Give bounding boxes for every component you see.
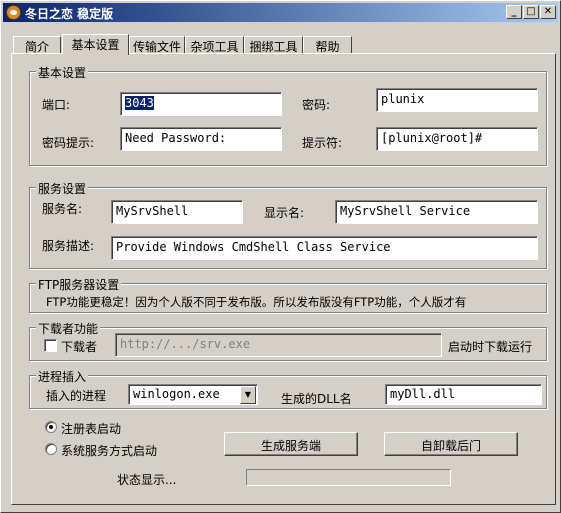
status-progress-bar — [246, 469, 451, 486]
service-settings-title: 服务设置 — [36, 180, 89, 197]
chevron-down-icon[interactable]: ▼ — [240, 386, 256, 404]
dll-name-input[interactable]: myDll.dll — [385, 384, 542, 405]
service-description-label: 服务描述: — [42, 239, 95, 253]
downloader-checkbox-label: 下载者 — [61, 340, 98, 354]
settings-panel: 基本设置 端口: 3043 密码: plunix 密码提示: Need Pass… — [11, 53, 556, 505]
password-hint-label: 密码提示: — [42, 136, 95, 150]
display-name-label: 显示名: — [264, 206, 305, 220]
inject-process-label: 插入的进程 — [46, 389, 107, 403]
display-name-input[interactable]: MySrvShell Service — [335, 200, 538, 224]
downloader-group: 下载者功能 下载者 http://.../srv.exe 启动时下载运行 — [29, 320, 547, 361]
downloader-checkbox[interactable] — [44, 339, 57, 352]
tab-bundle-tools[interactable]: 捆绑工具 — [244, 36, 303, 54]
password-hint-input[interactable]: Need Password: — [120, 127, 282, 151]
service-description-input[interactable]: Provide Windows CmdShell Class Service — [111, 236, 538, 260]
downloader-title: 下载者功能 — [36, 320, 101, 337]
registry-startup-radio[interactable] — [45, 421, 57, 433]
prompt-input[interactable]: [plunix@root]# — [376, 127, 538, 151]
tab-intro[interactable]: 简介 — [13, 36, 61, 54]
minimize-button[interactable]: _ — [506, 5, 522, 19]
tab-strip: 简介 基本设置 传输文件 杂项工具 捆绑工具 帮助 — [1, 34, 561, 55]
port-label: 端口: — [42, 98, 71, 112]
password-input[interactable]: plunix — [376, 88, 538, 112]
port-input[interactable]: 3043 — [120, 92, 282, 116]
download-url-input[interactable]: http://.../srv.exe — [115, 333, 442, 357]
window-title: 冬日之恋 稳定版 — [25, 7, 114, 21]
close-button[interactable]: ✕ — [540, 5, 556, 19]
basic-settings-title: 基本设置 — [36, 64, 89, 81]
ftp-settings-group: FTP服务器设置 FTP功能更稳定！因为个人版不同于发布版。所以发布版没有FTP… — [29, 276, 547, 313]
tab-basic-settings[interactable]: 基本设置 — [62, 34, 129, 55]
title-bar[interactable]: 冬日之恋 稳定版 _ □ ✕ — [3, 3, 558, 22]
process-inject-group: 进程插入 插入的进程 winlogon.exe ▼ 生成的DLL名 myDll.… — [29, 368, 547, 409]
prompt-label: 提示符: — [302, 136, 343, 150]
password-label: 密码: — [302, 98, 331, 112]
maximize-button[interactable]: □ — [523, 5, 539, 19]
self-uninstall-button[interactable]: 自卸载后门 — [384, 432, 518, 456]
tab-misc-tools[interactable]: 杂项工具 — [185, 36, 244, 54]
basic-settings-group: 基本设置 端口: 3043 密码: plunix 密码提示: Need Pass… — [29, 64, 547, 166]
tab-help[interactable]: 帮助 — [303, 36, 352, 54]
status-label: 状态显示... — [117, 473, 177, 487]
inject-process-select[interactable]: winlogon.exe ▼ — [128, 384, 258, 405]
service-name-label: 服务名: — [42, 202, 83, 216]
download-run-label: 启动时下载运行 — [448, 340, 533, 354]
ftp-settings-title: FTP服务器设置 — [36, 276, 122, 293]
service-settings-group: 服务设置 服务名: MySrvShell 显示名: MySrvShell Ser… — [29, 180, 547, 269]
process-inject-title: 进程插入 — [36, 368, 89, 385]
service-startup-label: 系统服务方式启动 — [61, 444, 158, 458]
tab-transfer-files[interactable]: 传输文件 — [129, 36, 185, 54]
main-window: 冬日之恋 稳定版 _ □ ✕ 简介 基本设置 传输文件 杂项工具 捆绑工具 帮助… — [0, 0, 561, 513]
inject-process-value: winlogon.exe — [133, 387, 220, 401]
dll-name-label: 生成的DLL名 — [281, 392, 352, 406]
service-name-input[interactable]: MySrvShell — [111, 200, 243, 224]
registry-startup-label: 注册表启动 — [61, 422, 122, 436]
service-startup-radio[interactable] — [45, 443, 57, 455]
generate-server-button[interactable]: 生成服务端 — [224, 432, 358, 456]
ftp-note: FTP功能更稳定！因为个人版不同于发布版。所以发布版没有FTP功能，个人版才有 — [46, 295, 467, 309]
app-icon — [6, 5, 21, 20]
